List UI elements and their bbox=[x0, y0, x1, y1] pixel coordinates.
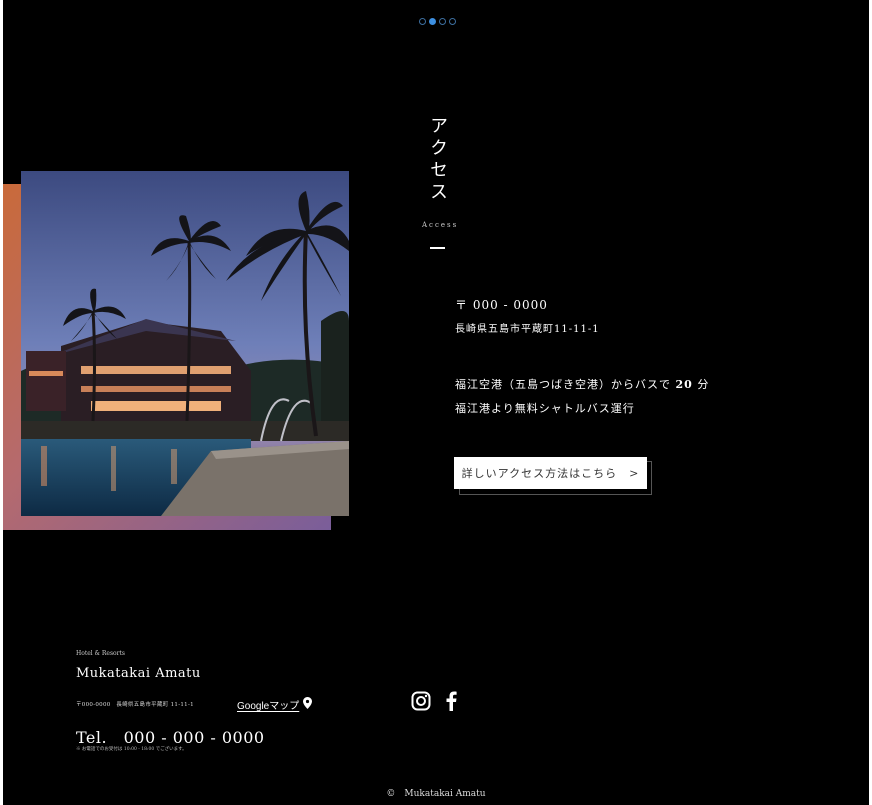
phone-hours-note: ※ お電話でのお受付は 10:00 - 18:00 でございます。 bbox=[76, 747, 187, 752]
copyright: © Mukatakai Amatu bbox=[386, 789, 486, 799]
pager-dot-active[interactable] bbox=[429, 18, 436, 25]
phone-number[interactable]: Tel. 000 - 000 - 0000 bbox=[76, 724, 265, 748]
route-prefix: 福江空港（五島つばき空港）からバスで bbox=[455, 378, 671, 391]
pager-dot[interactable] bbox=[449, 18, 456, 25]
brand-tagline: Hotel & Resorts bbox=[76, 650, 125, 657]
instagram-icon[interactable] bbox=[411, 691, 431, 715]
postal-code: 〒 000 - 0000 bbox=[455, 298, 548, 312]
access-detail-button[interactable]: 詳しいアクセス方法はこちら > bbox=[454, 457, 647, 489]
shuttle-info: 福江港より無料シャトルバス運行 bbox=[455, 402, 635, 415]
slide-pager bbox=[419, 18, 456, 25]
route-suffix: 分 bbox=[697, 378, 710, 391]
route-by-bus: 福江空港（五島つばき空港）からバスで 20 分 bbox=[455, 376, 709, 392]
access-detail-label: 詳しいアクセス方法はこちら bbox=[461, 467, 618, 480]
chevron-right-icon: > bbox=[629, 466, 640, 480]
route-minutes: 20 bbox=[675, 378, 693, 391]
section-title: アクセス bbox=[427, 116, 448, 204]
map-pin-icon bbox=[303, 697, 313, 712]
resort-photo bbox=[21, 171, 349, 516]
section-subtitle: Access bbox=[422, 221, 459, 229]
google-map-link[interactable]: Googleマップ bbox=[237, 697, 313, 712]
pager-dot[interactable] bbox=[419, 18, 426, 25]
title-divider bbox=[430, 247, 445, 249]
google-map-label[interactable]: Googleマップ bbox=[237, 697, 299, 712]
footer-address: 〒000-0000 長崎県五島市平蔵町 11-11-1 bbox=[76, 702, 194, 708]
hotel-name[interactable]: Mukatakai Amatu bbox=[76, 666, 201, 681]
social-links bbox=[411, 691, 457, 715]
address-text: 長崎県五島市平蔵町11-11-1 bbox=[455, 324, 600, 335]
access-section: アクセス Access 〒 000 - 0000 長崎県五島市平蔵町11-11-… bbox=[3, 0, 869, 805]
facebook-icon[interactable] bbox=[445, 691, 457, 715]
pager-dot[interactable] bbox=[439, 18, 446, 25]
